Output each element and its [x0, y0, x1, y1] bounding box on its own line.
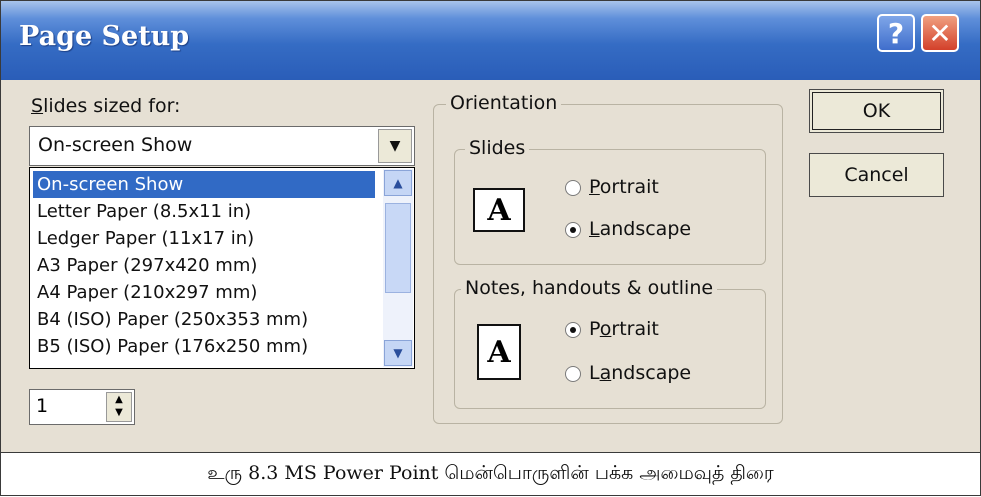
notes-portrait-label[interactable]: Portrait	[589, 318, 659, 340]
slides-portrait-radio[interactable]	[565, 180, 581, 196]
figure-caption-box: உரு 8.3 MS Power Point மென்பொருளின் பக்க…	[0, 452, 981, 496]
list-item-on-screen-show[interactable]: On-screen Show	[33, 171, 375, 198]
scroll-down-icon[interactable]: ▼	[384, 340, 412, 366]
scroll-up-icon[interactable]: ▲	[384, 170, 412, 196]
list-item-a4-paper[interactable]: A4 Paper (210x297 mm)	[33, 279, 261, 306]
landscape-page-icon: A	[473, 188, 525, 232]
list-scrollbar[interactable]: ▲ ▼	[383, 169, 413, 367]
notes-portrait-radio[interactable]	[565, 322, 581, 338]
title-bar[interactable]: Page Setup ? ✕	[1, 1, 980, 80]
list-item-letter-paper[interactable]: Letter Paper (8.5x11 in)	[33, 198, 255, 225]
slides-sized-for-value: On-screen Show	[38, 134, 193, 156]
spinner-arrows-icon[interactable]: ▲ ▼	[106, 392, 132, 422]
slides-landscape-radio[interactable]	[565, 222, 581, 238]
notes-landscape-label[interactable]: Landscape	[589, 362, 691, 384]
notes-group-title: Notes, handouts & outline	[461, 277, 718, 299]
list-item-ledger-paper[interactable]: Ledger Paper (11x17 in)	[33, 225, 258, 252]
orientation-group: Orientation Slides A Portrait Landscape …	[433, 92, 783, 424]
slide-number-spinner[interactable]: 1 ▲ ▼	[29, 389, 135, 425]
list-item-b4-paper[interactable]: B4 (ISO) Paper (250x353 mm)	[33, 306, 312, 333]
chevron-down-icon[interactable]: ▼	[378, 129, 412, 163]
cancel-button[interactable]: Cancel	[809, 153, 944, 197]
list-item-b5-paper[interactable]: B5 (ISO) Paper (176x250 mm)	[33, 333, 312, 360]
scrollbar-thumb[interactable]	[385, 203, 411, 293]
notes-orientation-group: Notes, handouts & outline A Portrait Lan…	[454, 277, 766, 409]
paper-size-dropdown-list[interactable]: On-screen Show Letter Paper (8.5x11 in) …	[29, 167, 415, 369]
ok-button[interactable]: OK	[809, 89, 944, 133]
close-button[interactable]: ✕	[921, 14, 959, 52]
slide-number-value: 1	[36, 395, 49, 417]
page-setup-dialog: Page Setup ? ✕ Slides sized for: On-scre…	[0, 0, 981, 454]
list-item-a3-paper[interactable]: A3 Paper (297x420 mm)	[33, 252, 261, 279]
slides-portrait-label[interactable]: Portrait	[589, 176, 659, 198]
slides-orientation-group: Slides A Portrait Landscape	[454, 137, 766, 265]
notes-landscape-radio[interactable]	[565, 366, 581, 382]
slides-sized-for-select[interactable]: On-screen Show ▼	[29, 126, 415, 166]
slides-landscape-label[interactable]: Landscape	[589, 218, 691, 240]
figure-caption: உரு 8.3 MS Power Point மென்பொருளின் பக்க…	[207, 462, 774, 484]
slides-group-title: Slides	[465, 137, 530, 159]
orientation-title: Orientation	[446, 92, 562, 114]
help-button[interactable]: ?	[877, 14, 915, 52]
dialog-title: Page Setup	[19, 21, 190, 52]
slides-sized-for-label: Slides sized for:	[31, 95, 181, 117]
portrait-page-icon: A	[477, 324, 521, 380]
